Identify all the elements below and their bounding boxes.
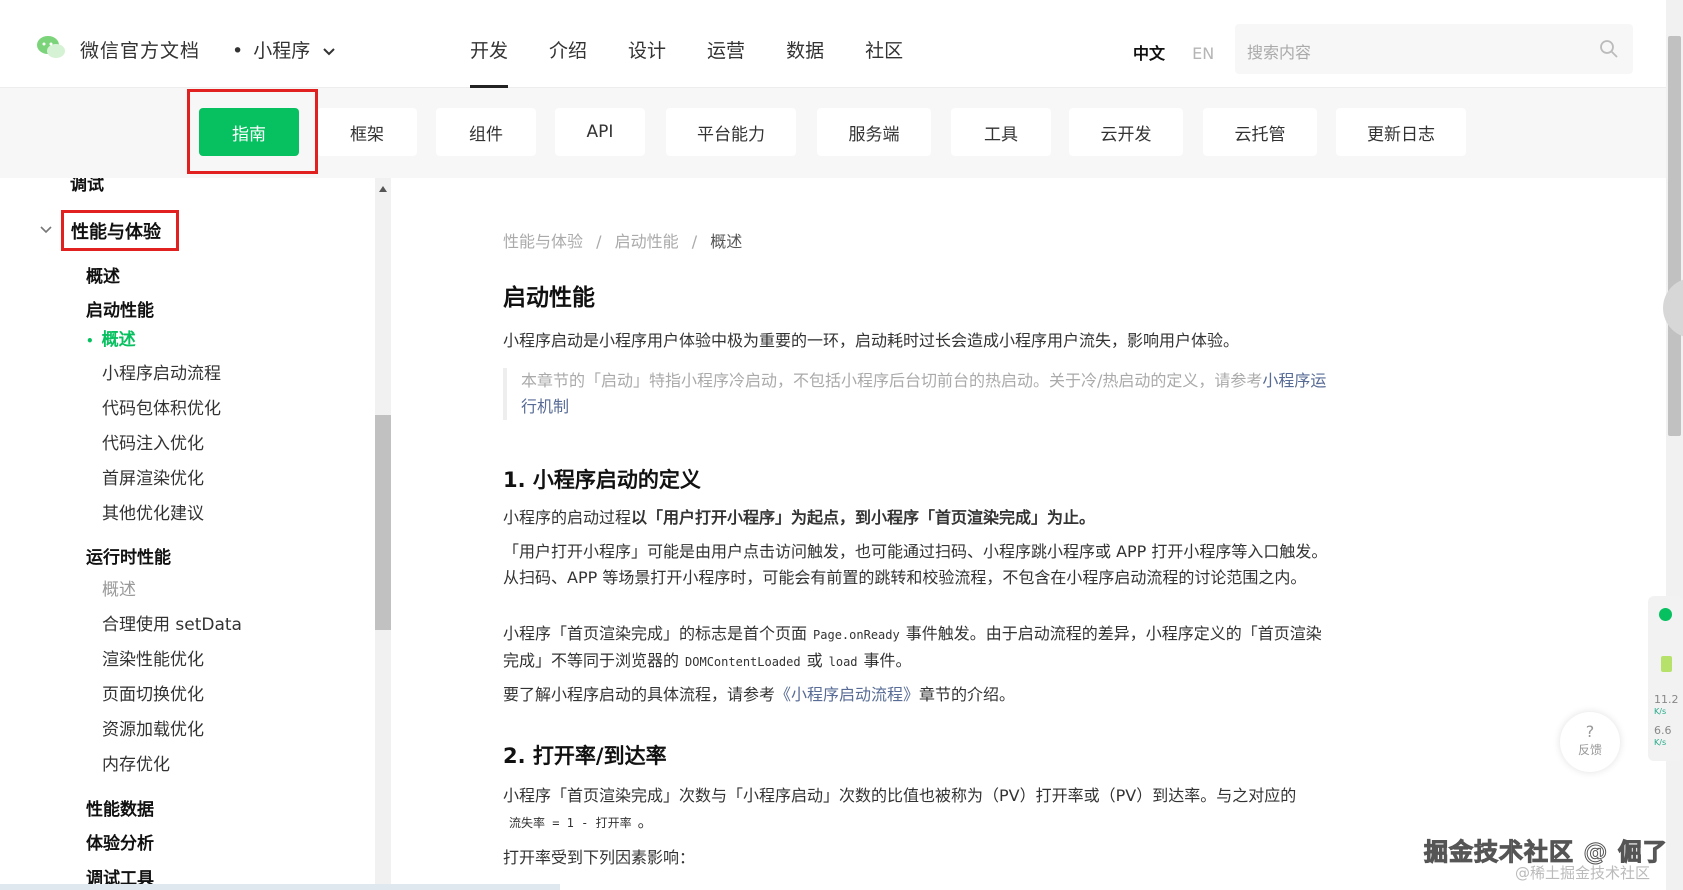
section-heading-definition: 1. 小程序启动的定义 (503, 468, 701, 492)
sidebar-item-startup[interactable]: 启动性能 (86, 296, 154, 321)
paragraph-text: 要了解小程序启动的具体流程，请参考 (503, 685, 776, 704)
sidebar-item-setdata[interactable]: 合理使用 setData (102, 610, 242, 635)
net-up-unit: K/s (1654, 707, 1667, 716)
product-switcher[interactable]: • 小程序 (232, 36, 336, 63)
paragraph-text: 事件。 (863, 651, 912, 670)
tab-server[interactable]: 服务端 (817, 108, 931, 156)
sidebar-item-runtime[interactable]: 运行时性能 (86, 543, 171, 568)
sidebar-item-first-render[interactable]: 首屏渲染优化 (102, 464, 204, 489)
tab-api[interactable]: API (555, 108, 645, 156)
nav-intro[interactable]: 介绍 (549, 36, 587, 88)
sidebar: 调试 性能与体验 概述 启动性能 • 概述 小程序启动流程 代码包体积优化 代码注… (0, 178, 375, 890)
nav-design[interactable]: 设计 (628, 36, 666, 88)
sidebar-item-page-switch[interactable]: 页面切换优化 (102, 680, 204, 705)
nav-dev[interactable]: 开发 (470, 36, 509, 88)
page-title: 启动性能 (503, 285, 595, 311)
language-switch: 中文 EN (1133, 40, 1214, 64)
inline-code: DOMContentLoaded (685, 655, 801, 669)
inline-code: load (828, 655, 858, 669)
nav-data[interactable]: 数据 (786, 36, 824, 88)
paragraph-text: 小程序的启动过程 (503, 508, 632, 527)
net-down-unit: K/s (1654, 738, 1667, 747)
net-up-value: 11.2 (1654, 693, 1679, 706)
sidebar-scroll-thumb[interactable] (375, 415, 391, 630)
sidebar-item-overview[interactable]: 概述 (86, 262, 120, 287)
battery-icon (1661, 656, 1672, 672)
highlight-box-guide (187, 89, 318, 174)
reference-paragraph: 要了解小程序启动的具体流程，请参考《小程序启动流程》章节的介绍。 (503, 682, 1333, 708)
note-blockquote: 本章节的「启动」特指小程序冷启动，不包括小程序后台切前台的热启动。关于冷/热启动… (503, 368, 1333, 420)
nav-community[interactable]: 社区 (865, 36, 903, 88)
search-placeholder: 搜索内容 (1247, 43, 1312, 62)
brand-title[interactable]: 微信官方文档 (80, 36, 200, 63)
paragraph-text: 小程序「首页渲染完成」次数与「小程序启动」次数的比值也被称为（PV）打开率或（P… (503, 786, 1297, 805)
sidebar-item-perf-data[interactable]: 性能数据 (86, 795, 154, 820)
tab-cloud-dev[interactable]: 云开发 (1069, 108, 1183, 156)
wechat-logo-icon[interactable] (36, 34, 66, 60)
inline-code: Page.onReady (813, 628, 900, 642)
paragraph-text: 小程序「首页渲染完成」的标志是首个页面 (503, 624, 808, 643)
definition-paragraph: 小程序的启动过程以「用户打开小程序」为起点，到小程序「首页渲染完成」为止。 (503, 505, 1333, 531)
bold-text: 以「用户打开小程序」为起点，到小程序「首页渲染完成」为止。 (631, 508, 1096, 527)
search-icon[interactable] (1599, 39, 1619, 59)
watermark-sub: @稀土掘金技术社区 (1515, 864, 1651, 882)
breadcrumb-item[interactable]: 启动性能 (615, 232, 679, 251)
sidebar-item-render-perf[interactable]: 渲染性能优化 (102, 645, 204, 670)
feedback-label: 反馈 (1577, 743, 1602, 757)
open-rate-paragraph: 小程序「首页渲染完成」次数与「小程序启动」次数的比值也被称为（PV）打开率或（P… (503, 783, 1333, 836)
tab-platform[interactable]: 平台能力 (666, 108, 796, 156)
net-down-rate: 6.6 K/s (1654, 725, 1672, 748)
sidebar-item-package-size[interactable]: 代码包体积优化 (102, 394, 221, 419)
status-dot-icon (1659, 608, 1672, 621)
trigger-paragraph: 「用户打开小程序」可能是由用户点击访问触发，也可能通过扫码、小程序跳小程序或 A… (503, 542, 1328, 587)
section-heading-open-rate: 2. 打开率/到达率 (503, 744, 667, 768)
sidebar-item-code-inject[interactable]: 代码注入优化 (102, 429, 204, 454)
lang-en[interactable]: EN (1192, 44, 1214, 63)
render-paragraph: 小程序「首页渲染完成」的标志是首个页面 Page.onReady 事件触发。由于启动… (503, 621, 1333, 675)
feedback-button[interactable]: ? 反馈 (1560, 712, 1620, 772)
factors-paragraph: 打开率受到下列因素影响： (503, 848, 696, 867)
intro-paragraph: 小程序启动是小程序用户体验中极为重要的一环，启动耗时过长会造成小程序用户流失，影… (503, 331, 1240, 350)
chevron-down-icon[interactable] (40, 226, 52, 234)
scroll-up-arrow-icon[interactable] (379, 186, 387, 192)
sidebar-item-startup-overview[interactable]: • 概述 (86, 325, 136, 350)
breadcrumb-current: 概述 (710, 232, 743, 251)
startup-flow-link[interactable]: 《小程序启动流程》 (775, 685, 919, 704)
highlight-box-section (61, 210, 179, 251)
lang-zh[interactable]: 中文 (1133, 44, 1165, 63)
sidebar-item-memory[interactable]: 内存优化 (102, 750, 170, 775)
paragraph-text: 章节的介绍。 (919, 685, 1016, 704)
top-header: 微信官方文档 • 小程序 开发 介绍 设计 运营 数据 社区 中文 EN 搜索内容 (0, 0, 1666, 88)
sidebar-item-debug[interactable]: 调试 (70, 178, 104, 195)
nav-ops[interactable]: 运营 (707, 36, 745, 88)
main-nav: 开发 介绍 设计 运营 数据 社区 (470, 36, 903, 88)
paragraph-text: 或 (806, 651, 823, 670)
inline-code: 流失率 = 1 - 打开率 (509, 816, 632, 830)
breadcrumb: 性能与体验 / 启动性能 / 概述 (503, 232, 743, 251)
net-up-rate: 11.2 K/s (1654, 694, 1679, 717)
sidebar-item-startup-flow[interactable]: 小程序启动流程 (102, 359, 221, 384)
sidebar-item-runtime-overview[interactable]: 概述 (102, 575, 136, 600)
tab-changelog[interactable]: 更新日志 (1336, 108, 1466, 156)
tab-components[interactable]: 组件 (436, 108, 536, 156)
net-down-value: 6.6 (1654, 724, 1672, 737)
sidebar-item-resource-load[interactable]: 资源加载优化 (102, 715, 204, 740)
sidebar-item-experience[interactable]: 体验分析 (86, 829, 154, 854)
product-label: 小程序 (253, 40, 311, 62)
search-input[interactable]: 搜索内容 (1235, 24, 1633, 74)
tab-cloud-hosting[interactable]: 云托管 (1203, 108, 1317, 156)
tab-framework[interactable]: 框架 (317, 108, 417, 156)
note-text: 本章节的「启动」特指小程序冷启动，不包括小程序后台切前台的热启动。关于冷/热启动… (521, 371, 1263, 390)
sidebar-item-other-tips[interactable]: 其他优化建议 (102, 499, 204, 524)
bottom-scroll-indicator (0, 884, 560, 890)
sidebar-item-label: 概述 (101, 330, 136, 350)
breadcrumb-item[interactable]: 性能与体验 (503, 232, 583, 251)
chevron-down-icon (323, 48, 335, 56)
question-icon: ? (1585, 722, 1595, 741)
paragraph-text: 。 (637, 812, 654, 831)
page-scroll-thumb[interactable] (1668, 36, 1681, 436)
tab-tools[interactable]: 工具 (951, 108, 1051, 156)
